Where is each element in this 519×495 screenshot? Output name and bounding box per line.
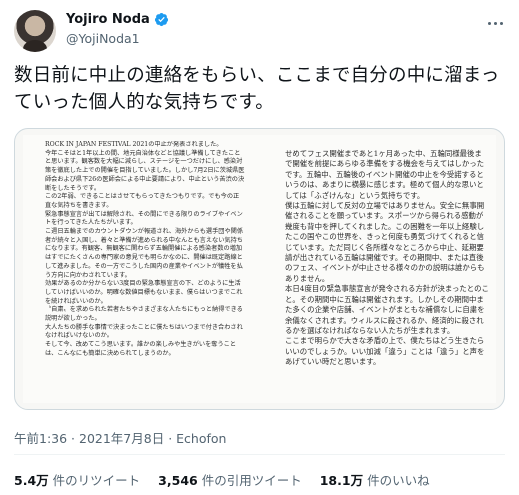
meta-separator: · <box>164 431 177 446</box>
statement-left-column: ROCK IN JAPAN FESTIVAL 2021の中止が発表されました。 … <box>45 141 245 357</box>
quotes-label: 件の引用ツイート <box>201 473 302 488</box>
meta-separator: · <box>67 431 79 446</box>
statement-right-column: せめてフェス開催まであと1ヶ月あった中、五輪同様最後まで開催を前提にあらゆる準備… <box>285 149 489 367</box>
statement-page: ROCK IN JAPAN FESTIVAL 2021の中止が発表されました。 … <box>23 135 496 403</box>
likes-count: 18.1万 <box>319 473 364 488</box>
retweets-label: 件のリツイート <box>52 473 141 488</box>
tweet-text: 数日前に中止の連絡をもらい、ここまで自分の中に溜まっていった個人的な気持ちです。 <box>14 65 500 113</box>
display-name[interactable]: Yojiro Noda <box>66 12 150 27</box>
divider <box>14 454 505 455</box>
name-row: Yojiro Noda <box>66 12 169 27</box>
verified-badge-icon <box>154 12 168 27</box>
tweet-image[interactable]: ROCK IN JAPAN FESTIVAL 2021の中止が発表されました。 … <box>14 128 505 410</box>
tweet-stats: 5.4万 件のリツイート 3,546 件の引用ツイート 18.1万 件のいいね <box>14 470 430 489</box>
user-handle[interactable]: @YojiNoda1 <box>66 31 169 46</box>
quotes-count: 3,546 <box>158 473 198 488</box>
user-names: Yojiro Noda @YojiNoda1 <box>66 12 169 46</box>
avatar[interactable] <box>14 10 56 52</box>
tweet-meta: 午前1:36 · 2021年7月8日 · Echofon <box>14 428 226 447</box>
tweet-source-app[interactable]: Echofon <box>176 431 226 446</box>
tweet-date[interactable]: 2021年7月8日 <box>79 431 164 446</box>
tweet-time[interactable]: 午前1:36 <box>14 431 67 446</box>
tweet-header: Yojiro Noda @YojiNoda1 <box>14 10 505 52</box>
more-options-icon[interactable] <box>485 16 505 30</box>
retweets-count: 5.4万 <box>14 473 49 488</box>
likes-label: 件のいいね <box>367 473 430 488</box>
likes-stat[interactable]: 18.1万 件のいいね <box>320 470 430 489</box>
quotes-stat[interactable]: 3,546 件の引用ツイート <box>158 470 302 489</box>
retweets-stat[interactable]: 5.4万 件のリツイート <box>14 470 140 489</box>
